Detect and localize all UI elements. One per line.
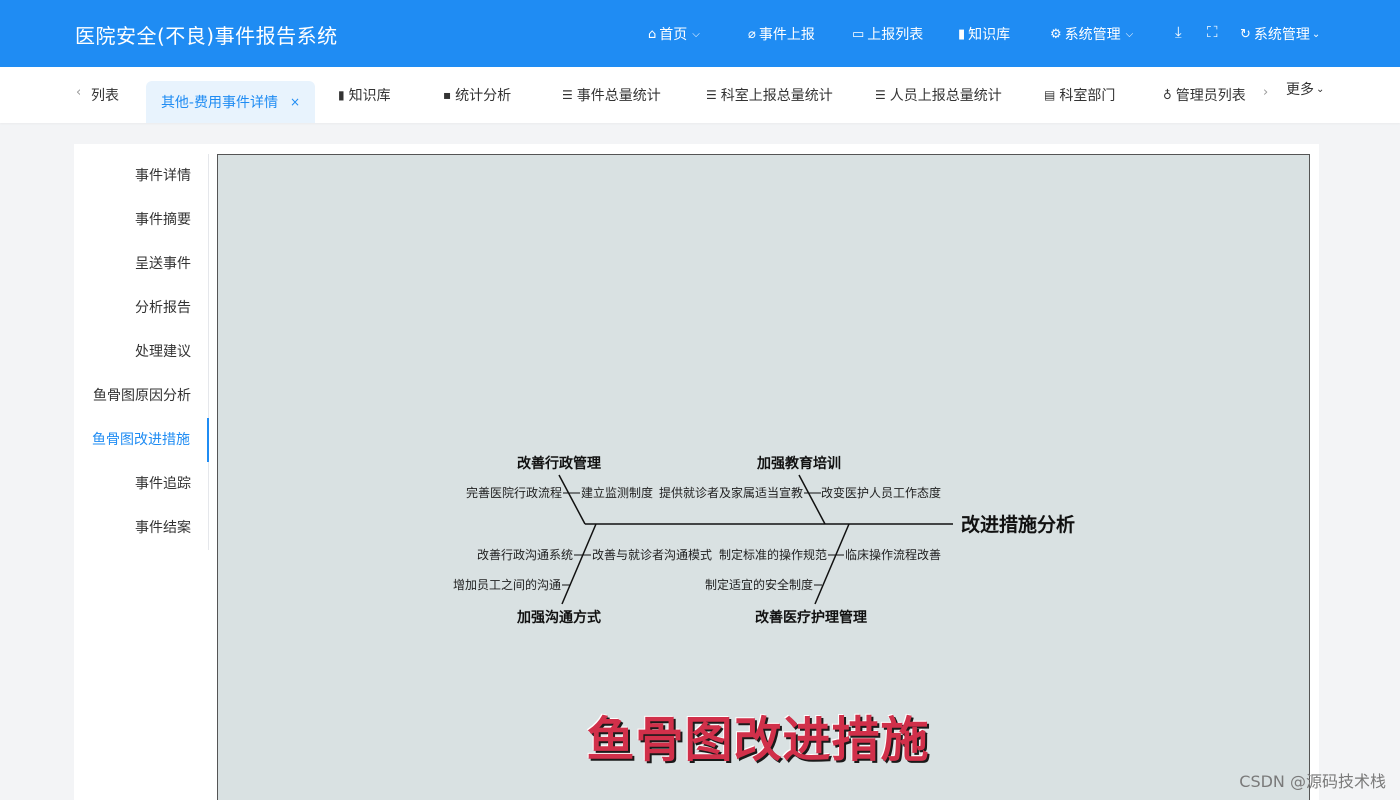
fishbone-diagram: 改进措施分析 改善行政管理 完善医院行政流程 建立监测制度 加强教育培训 提供就… [217, 154, 1310, 800]
cause-label: 改善与就诊者沟通模式 [592, 547, 712, 562]
cause-label: 增加员工之间的沟通 [453, 577, 561, 592]
monitor-icon: ▭ [852, 26, 865, 42]
watermark: CSDN @源码技术栈 [1239, 772, 1386, 791]
list-icon: ☰ [875, 88, 886, 102]
cause-label: 建立监测制度 [581, 485, 653, 500]
menu-item-fishbone-cause[interactable]: 鱼骨图原因分析 [74, 374, 208, 418]
tab-label: 其他-费用事件详情 [160, 95, 278, 111]
nav-label: 首页 [659, 27, 688, 43]
clip-icon: ⌀ [748, 26, 756, 42]
tab-list[interactable]: 列表 [91, 67, 119, 123]
tab-label: 科室上报总量统计 [720, 88, 833, 104]
book-icon: ▮ [958, 26, 966, 42]
user-menu[interactable]: ↻ 系统管理 ⌄ [1240, 24, 1320, 44]
tab-admin-list[interactable]: ♁ 管理员列表 [1163, 67, 1246, 123]
chevron-down-icon: ⌵ [1125, 28, 1134, 40]
cause-label: 提供就诊者及家属适当宣教 [659, 485, 803, 500]
chevron-down-icon: ⌵ [692, 28, 700, 40]
overlay-title: 鱼骨图改进措施 [586, 712, 930, 768]
cause-label: 临床操作流程改善 [845, 547, 941, 562]
menu-item-event-tracking[interactable]: 事件追踪 [74, 462, 208, 506]
menu-item-event-close[interactable]: 事件结案 [74, 506, 208, 550]
refresh-icon: ↻ [1240, 26, 1251, 42]
nav-label: 系统管理 [1064, 27, 1121, 43]
nav-label: 事件上报 [758, 27, 815, 43]
document-icon: ▤ [1044, 88, 1056, 102]
category-title: 改善行政管理 [517, 455, 601, 472]
home-icon: ⌂ [648, 26, 657, 42]
menu-item-handling-advice[interactable]: 处理建议 [74, 330, 208, 374]
close-icon[interactable]: × [290, 95, 300, 109]
top-header: 医院安全(不良)事件报告系统 ⌂ 首页 ⌵ ⌀ 事件上报 ▭ 上报列表 ▮ 知识… [0, 0, 1400, 67]
menu-item-event-summary[interactable]: 事件摘要 [74, 198, 208, 242]
user-icon: ♁ [1163, 88, 1172, 102]
menu-item-analysis-report[interactable]: 分析报告 [74, 286, 208, 330]
tab-label: 知识库 [348, 88, 391, 104]
chevron-down-icon: ⌄ [1316, 83, 1325, 95]
nav-label: 知识库 [968, 27, 1011, 43]
gear-icon: ⚙ [1050, 26, 1062, 42]
cause-label: 制定标准的操作规范 [719, 547, 827, 562]
cause-label: 制定适宜的安全制度 [705, 577, 813, 592]
stats-icon: ▪ [443, 88, 452, 102]
list-icon: ☰ [562, 88, 573, 102]
tab-label: 列表 [91, 88, 119, 104]
tab-more-dropdown[interactable]: 更多 ⌄ [1286, 61, 1324, 117]
category-title: 加强教育培训 [756, 455, 841, 472]
cause-label: 改善行政沟通系统 [477, 547, 573, 562]
bone-bottom-left [561, 523, 597, 605]
content-panel: 事件详情 事件摘要 呈送事件 分析报告 处理建议 鱼骨图原因分析 鱼骨图改进措施… [74, 144, 1319, 800]
user-menu-label: 系统管理 [1253, 27, 1310, 43]
tab-label: 人员上报总量统计 [889, 88, 1002, 104]
tab-dept-total[interactable]: ☰ 科室上报总量统计 [706, 67, 833, 123]
category-title: 改善医疗护理管理 [755, 609, 867, 626]
more-label: 更多 [1286, 82, 1314, 98]
tab-event-detail[interactable]: 其他-费用事件详情 × [146, 81, 315, 123]
tab-departments[interactable]: ▤ 科室部门 [1044, 67, 1115, 123]
chevron-down-icon: ⌄ [1311, 28, 1321, 40]
nav-knowledge[interactable]: ▮ 知识库 [958, 24, 1010, 44]
menu-item-event-detail[interactable]: 事件详情 [74, 154, 208, 198]
menu-item-fishbone-improve[interactable]: 鱼骨图改进措施 [74, 418, 209, 462]
tab-label: 统计分析 [455, 88, 512, 104]
nav-system[interactable]: ⚙ 系统管理 ⌵ [1050, 24, 1133, 44]
nav-report-event[interactable]: ⌀ 事件上报 [748, 24, 815, 44]
tab-knowledge[interactable]: ▮ 知识库 [338, 67, 391, 123]
side-menu: 事件详情 事件摘要 呈送事件 分析报告 处理建议 鱼骨图原因分析 鱼骨图改进措施… [74, 154, 209, 550]
tab-label: 科室部门 [1059, 88, 1116, 104]
download-icon[interactable]: ⤓ [1175, 23, 1182, 41]
nav-home[interactable]: ⌂ 首页 ⌵ [648, 24, 700, 44]
fullscreen-icon[interactable]: ⛶ [1207, 23, 1218, 41]
menu-item-submit-event[interactable]: 呈送事件 [74, 242, 208, 286]
tab-scroll-left-icon[interactable]: ‹ [76, 85, 81, 100]
nav-report-list[interactable]: ▭ 上报列表 [852, 24, 923, 44]
tab-scroll-right-icon[interactable]: › [1263, 85, 1268, 100]
cause-label: 改变医护人员工作态度 [821, 485, 941, 500]
tab-person-total[interactable]: ☰ 人员上报总量统计 [875, 67, 1002, 123]
fishbone-head: 改进措施分析 [961, 513, 1075, 536]
book-icon: ▮ [338, 88, 345, 102]
cause-label: 完善医院行政流程 [466, 485, 562, 500]
category-title: 加强沟通方式 [516, 609, 601, 626]
tab-label: 管理员列表 [1175, 88, 1246, 104]
nav-label: 上报列表 [867, 27, 924, 43]
list-icon: ☰ [706, 88, 717, 102]
app-title: 医院安全(不良)事件报告系统 [75, 24, 338, 48]
bone-bottom-right [814, 523, 850, 605]
tab-statistics[interactable]: ▪ 统计分析 [443, 67, 511, 123]
tab-bar: ‹ 列表 其他-费用事件详情 × ▮ 知识库 ▪ 统计分析 ☰ 事件总量统计 ☰… [0, 67, 1400, 123]
tab-label: 事件总量统计 [576, 88, 661, 104]
tab-event-total[interactable]: ☰ 事件总量统计 [562, 67, 661, 123]
